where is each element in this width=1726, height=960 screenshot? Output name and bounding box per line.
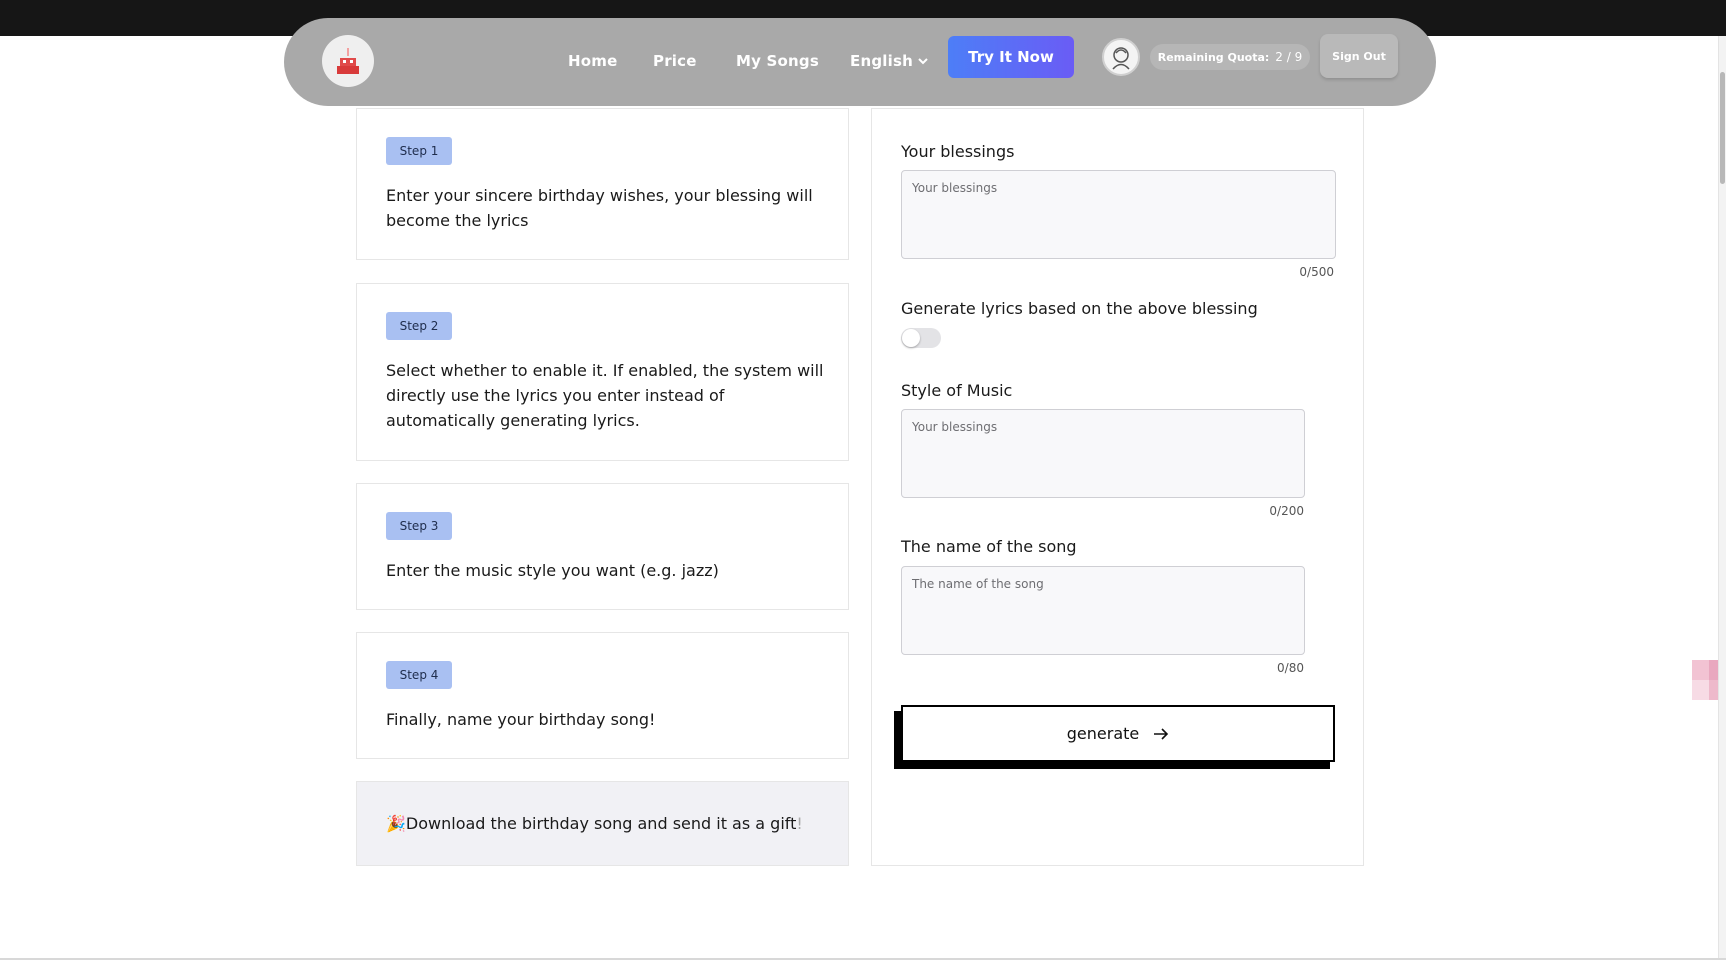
blessings-char-count: 0/500 xyxy=(1299,265,1334,279)
step-badge: Step 1 xyxy=(386,137,452,165)
step-badge: Step 4 xyxy=(386,661,452,689)
generate-lyrics-label: Generate lyrics based on the above bless… xyxy=(901,299,1258,318)
style-of-music-label: Style of Music xyxy=(901,381,1013,400)
song-form-panel: Your blessings 0/500 Generate lyrics bas… xyxy=(871,108,1364,866)
navigation-bar: Home Price My Songs English Try It Now R… xyxy=(284,18,1436,106)
step-badge: Step 2 xyxy=(386,312,452,340)
song-name-textarea[interactable] xyxy=(901,566,1305,655)
party-popper-icon: 🎉 xyxy=(386,814,406,833)
quota-label: Remaining Quota: xyxy=(1157,50,1270,64)
step-badge: Step 3 xyxy=(386,512,452,540)
gift-text: Download the birthday song and send it a… xyxy=(405,814,797,833)
gift-exclamation: ! xyxy=(796,814,803,833)
try-it-now-button[interactable]: Try It Now xyxy=(948,36,1074,78)
gift-message: 🎉Download the birthday song and send it … xyxy=(386,812,803,836)
sign-out-button[interactable]: Sign Out xyxy=(1320,34,1398,78)
generate-lyrics-toggle[interactable] xyxy=(901,328,941,348)
nav-my-songs-link[interactable]: My Songs xyxy=(736,52,819,70)
quota-value: 2 / 9 xyxy=(1275,50,1303,64)
step-description: Enter your sincere birthday wishes, your… xyxy=(386,186,813,230)
song-name-char-count: 0/80 xyxy=(1277,661,1304,675)
song-name-label: The name of the song xyxy=(901,537,1077,556)
step-description: Finally, name your birthday song! xyxy=(386,710,656,729)
blessings-textarea[interactable] xyxy=(901,170,1336,259)
blessings-label: Your blessings xyxy=(901,142,1015,161)
step-card-2: Step 2 Select whether to enable it. If e… xyxy=(356,283,849,461)
generate-label: generate xyxy=(1066,724,1140,743)
step-card-4: Step 4 Finally, name your birthday song! xyxy=(356,632,849,759)
arrow-right-icon xyxy=(1154,727,1169,740)
step-description: Enter the music style you want (e.g. jaz… xyxy=(386,561,719,580)
avatar[interactable] xyxy=(1102,38,1140,76)
style-char-count: 0/200 xyxy=(1269,504,1304,518)
step-description: Select whether to enable it. If enabled,… xyxy=(386,361,824,430)
step-card-1: Step 1 Enter your sincere birthday wishe… xyxy=(356,108,849,260)
language-label: English xyxy=(850,52,913,70)
nav-price-link[interactable]: Price xyxy=(653,52,697,70)
remaining-quota-badge: Remaining Quota: 2 / 9 xyxy=(1150,44,1310,70)
gift-card: 🎉Download the birthday song and send it … xyxy=(356,781,849,866)
user-avatar-icon xyxy=(1112,47,1130,70)
nav-home-link[interactable]: Home xyxy=(568,52,617,70)
language-dropdown[interactable]: English xyxy=(850,52,929,70)
style-of-music-textarea[interactable] xyxy=(901,409,1305,498)
chevron-down-icon xyxy=(918,58,928,65)
generate-button[interactable]: generate xyxy=(901,705,1335,762)
toggle-knob xyxy=(902,329,920,347)
logo-birthday-cake-icon[interactable] xyxy=(322,35,374,87)
scrollbar-thumb[interactable] xyxy=(1720,72,1725,184)
step-card-3: Step 3 Enter the music style you want (e… xyxy=(356,483,849,610)
